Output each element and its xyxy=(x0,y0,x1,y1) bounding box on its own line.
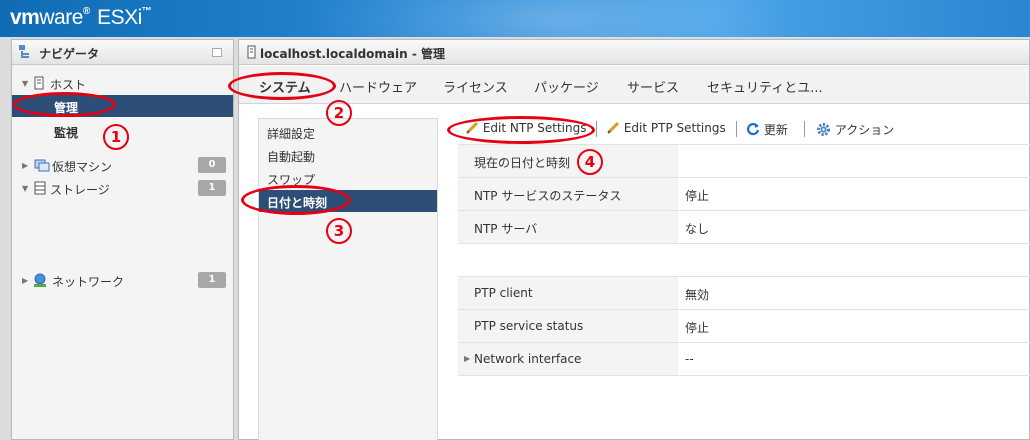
tab-bar: システム ハードウェア ライセンス パッケージ サービス セキュリティとユ... xyxy=(239,66,1029,104)
annotation-number-3: 3 xyxy=(326,218,352,244)
network-count-badge: 1 xyxy=(198,272,226,288)
tree-item-storage[interactable]: ▼ ストレージ 1 xyxy=(12,177,233,199)
main-panel: localhost.localdomain - 管理 システム ハードウェア ラ… xyxy=(238,39,1030,440)
ntp-value-server: なし xyxy=(685,222,710,236)
tab-security-users[interactable]: セキュリティとユ... xyxy=(707,77,823,96)
ptp-table: PTP client 無効 PTP service status 停止 ▶ Netwo… xyxy=(458,276,1030,376)
table-row[interactable]: ▶ Network interface -- xyxy=(458,343,1030,376)
tree-label-host: ホスト xyxy=(50,78,87,92)
navigator-header: ナビゲータ xyxy=(12,40,233,65)
table-row: NTP サービスのステータス 停止 xyxy=(458,178,1030,211)
tree-item-network[interactable]: ▶ ネットワーク 1 xyxy=(12,269,233,291)
ptp-value-client: 無効 xyxy=(685,288,710,302)
refresh-button[interactable]: 更新 xyxy=(746,121,788,138)
expand-arrow-icon[interactable]: ▼ xyxy=(22,79,28,88)
expand-arrow-icon[interactable]: ▶ xyxy=(464,354,470,363)
navigator-title: ナビゲータ xyxy=(39,47,100,61)
expand-arrow-icon[interactable]: ▼ xyxy=(22,184,28,193)
pencil-icon xyxy=(607,121,620,134)
table-row: 現在の日付と時刻 xyxy=(458,145,1030,178)
tree-label-network: ネットワーク xyxy=(52,275,125,289)
main-header: localhost.localdomain - 管理 xyxy=(239,40,1029,65)
tab-packages[interactable]: パッケージ xyxy=(534,77,599,96)
table-row: NTP サーバ なし xyxy=(458,211,1030,244)
tab-license[interactable]: ライセンス xyxy=(443,77,508,96)
ptp-key-network-interface: Network interface xyxy=(474,352,582,366)
ptp-network-interface-cell[interactable]: ▶ Network interface xyxy=(458,343,678,375)
ntp-value-current-datetime xyxy=(678,145,685,177)
network-icon xyxy=(34,273,46,287)
sub-nav-autostart[interactable]: 自動起動 xyxy=(259,144,437,166)
annotation-number-1: 1 xyxy=(103,124,129,150)
top-bar: vmware® ESXi™ xyxy=(0,0,1030,37)
host-icon xyxy=(247,45,256,59)
ntp-key-service-status: NTP サービスのステータス xyxy=(458,178,678,210)
host-icon xyxy=(34,76,44,90)
navigator-icon xyxy=(19,45,29,58)
table-row: PTP service status 停止 xyxy=(458,310,1030,343)
vmware-esxi-logo: vmware® ESXi™ xyxy=(10,6,152,29)
ptp-value-network-interface: -- xyxy=(685,352,694,366)
ntp-value-service-status: 停止 xyxy=(685,189,710,203)
highlight-system-tab xyxy=(228,72,336,100)
highlight-manage xyxy=(13,92,116,117)
tree-item-host[interactable]: ▼ ホスト xyxy=(12,72,233,94)
actions-button[interactable]: アクション xyxy=(816,121,894,138)
tree-item-vms[interactable]: ▶ 仮想マシン 0 xyxy=(12,154,233,176)
ntp-key-current-datetime: 現在の日付と時刻 xyxy=(458,145,678,177)
gear-icon xyxy=(817,123,830,136)
expand-arrow-icon[interactable]: ▶ xyxy=(22,161,28,170)
vm-icon xyxy=(34,159,50,172)
storage-count-badge: 1 xyxy=(198,180,226,196)
table-row: PTP client 無効 xyxy=(458,277,1030,310)
vms-count-badge: 0 xyxy=(198,157,226,173)
tab-services[interactable]: サービス xyxy=(627,77,679,96)
toolbar-separator xyxy=(804,121,805,137)
tree-label-monitor: 監視 xyxy=(54,126,79,140)
collapse-icon[interactable] xyxy=(212,48,222,57)
edit-ptp-settings-button[interactable]: Edit PTP Settings xyxy=(607,121,726,135)
ntp-table: 現在の日付と時刻 NTP サービスのステータス 停止 NTP サーバ なし xyxy=(458,144,1030,244)
annotation-number-4: 4 xyxy=(577,149,603,175)
tab-hardware[interactable]: ハードウェア xyxy=(339,77,417,96)
storage-icon xyxy=(34,181,46,195)
sub-nav-advanced-settings[interactable]: 詳細設定 xyxy=(259,121,437,143)
highlight-edit-ntp xyxy=(447,116,595,144)
expand-arrow-icon[interactable]: ▶ xyxy=(22,276,28,285)
header-glow xyxy=(300,0,800,37)
tree-label-storage: ストレージ xyxy=(50,183,110,197)
ptp-key-service-status: PTP service status xyxy=(458,310,678,342)
annotation-number-2: 2 xyxy=(326,100,352,126)
ptp-key-client: PTP client xyxy=(458,277,678,309)
system-sub-nav: 詳細設定 自動起動 スワップ 日付と時刻 xyxy=(258,118,438,440)
ptp-value-service-status: 停止 xyxy=(685,321,710,335)
refresh-icon xyxy=(746,123,760,136)
tree-label-vms: 仮想マシン xyxy=(52,160,113,174)
toolbar-separator xyxy=(596,121,597,137)
page-title: localhost.localdomain - 管理 xyxy=(260,47,446,61)
toolbar-separator xyxy=(736,121,737,137)
ntp-key-server: NTP サーバ xyxy=(458,211,678,243)
highlight-date-time xyxy=(241,185,351,215)
